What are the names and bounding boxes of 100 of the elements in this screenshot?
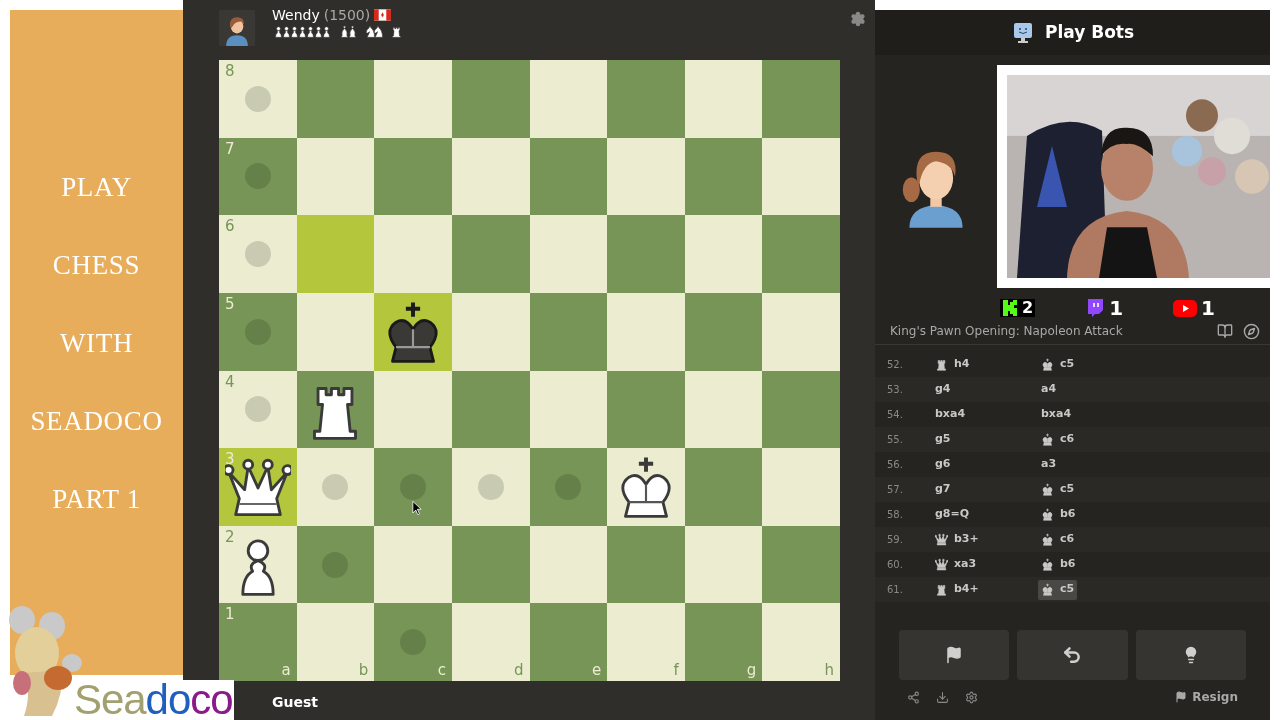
- flag-icon: [1175, 691, 1188, 703]
- file-label: c: [437, 663, 446, 678]
- file-label: d: [513, 663, 524, 678]
- move[interactable]: bxa4: [932, 404, 1038, 425]
- banner-text: SEADOCO: [30, 405, 163, 438]
- move[interactable]: b4+: [932, 579, 1038, 600]
- rank-label: 2: [225, 529, 235, 545]
- move-text: c6: [1060, 531, 1075, 548]
- move-text: g7: [935, 481, 951, 498]
- king-icon: [1041, 358, 1054, 371]
- move[interactable]: g6: [932, 454, 1038, 475]
- move-text: b3+: [954, 531, 979, 548]
- move[interactable]: g4: [932, 379, 1038, 400]
- move[interactable]: c5: [1038, 354, 1078, 375]
- move-text: bxa4: [935, 406, 966, 423]
- rank-label: 5: [225, 296, 235, 312]
- banner-text: PART 1: [52, 483, 141, 516]
- play-button-icon: [1173, 299, 1198, 317]
- undo-button[interactable]: [1017, 630, 1128, 680]
- resign-button[interactable]: Resign: [1175, 688, 1238, 706]
- board-square[interactable]: [374, 292, 452, 371]
- move[interactable]: c5: [1038, 579, 1078, 600]
- king-icon: [1041, 483, 1054, 496]
- move[interactable]: c5: [1038, 479, 1078, 500]
- viewer-count: 1: [1201, 298, 1215, 318]
- move-text: g4: [935, 381, 951, 398]
- move-number: 59.: [887, 533, 904, 547]
- flag-button[interactable]: [899, 630, 1010, 680]
- rank-label: 7: [225, 141, 235, 157]
- opening-name: King's Pawn Opening: Napoleon Attack: [890, 323, 1124, 340]
- move-number: 57.: [887, 483, 904, 497]
- king-icon: [1041, 433, 1054, 446]
- rank-label: 1: [225, 607, 235, 623]
- banner-text: CHESS: [52, 249, 141, 282]
- panel-title: Play Bots: [1044, 20, 1135, 44]
- move-number: 56.: [887, 458, 904, 472]
- move-text: b4+: [954, 581, 979, 598]
- player-rating: (1500): [323, 8, 371, 22]
- share-icon[interactable]: [907, 690, 920, 704]
- move-text: c5: [1060, 481, 1075, 498]
- move-text: b6: [1060, 506, 1076, 523]
- move-number: 53.: [887, 383, 904, 397]
- viewer-count: 2: [1022, 300, 1034, 316]
- rook-icon: [935, 583, 948, 596]
- banner-text: WITH: [59, 327, 134, 360]
- rank-label: 4: [225, 374, 235, 390]
- move-text: g8=Q: [935, 506, 970, 523]
- rook-icon: [935, 358, 948, 371]
- move-text: b6: [1060, 556, 1076, 573]
- move[interactable]: h4: [932, 354, 1038, 375]
- move[interactable]: xa3: [932, 554, 1038, 575]
- k-logo-icon: [1002, 299, 1018, 317]
- settings-icon[interactable]: [965, 690, 978, 704]
- move-number: 52.: [887, 358, 904, 372]
- settings-icon[interactable]: [850, 11, 866, 27]
- king-icon: [1041, 583, 1054, 596]
- board-square[interactable]: [607, 448, 685, 526]
- book-icon[interactable]: [1217, 323, 1233, 339]
- queen-icon: [935, 533, 948, 546]
- move-number: 60.: [887, 558, 904, 572]
- move[interactable]: b6: [1038, 504, 1079, 525]
- queen-icon: [935, 558, 948, 571]
- file-label: f: [673, 663, 679, 678]
- move-number: 55.: [887, 433, 904, 447]
- file-label: g: [746, 663, 757, 678]
- compass-icon[interactable]: [1243, 322, 1260, 340]
- board-square[interactable]: [296, 370, 375, 449]
- king-icon: [1041, 508, 1054, 521]
- move[interactable]: b6: [1038, 554, 1079, 575]
- move-number: 54.: [887, 408, 904, 422]
- flag-icon: [945, 646, 964, 664]
- move[interactable]: g7: [932, 479, 1038, 500]
- move[interactable]: g8=Q: [932, 504, 1038, 525]
- player-name: Wendy: [272, 8, 320, 22]
- move-text: g6: [935, 456, 951, 473]
- flag-icon: [374, 9, 392, 21]
- king-icon: [1041, 558, 1054, 571]
- cursor-icon: [412, 500, 422, 516]
- file-label: b: [358, 663, 369, 678]
- move[interactable]: b3+: [932, 529, 1038, 550]
- move-text: c5: [1060, 581, 1075, 598]
- move-number: 58.: [887, 508, 904, 522]
- undo-icon: [1062, 645, 1083, 665]
- rank-label: 8: [225, 64, 235, 79]
- move-text: h4: [954, 356, 970, 373]
- avatar: [219, 8, 255, 48]
- file-label: h: [824, 663, 834, 678]
- viewer-count: 1: [1109, 298, 1124, 318]
- file-label: a: [281, 663, 291, 678]
- player-name: Guest: [272, 695, 318, 709]
- banner-text: PLAY: [61, 171, 132, 204]
- rank-label: 6: [225, 219, 235, 235]
- rank-label: 3: [225, 452, 235, 468]
- move[interactable]: c6: [1038, 529, 1078, 550]
- hint-button[interactable]: [1135, 630, 1246, 680]
- move[interactable]: c6: [1038, 429, 1078, 450]
- king-icon: [1041, 533, 1054, 546]
- file-label: e: [591, 663, 602, 678]
- download-icon[interactable]: [936, 690, 949, 704]
- move[interactable]: g5: [932, 429, 1038, 450]
